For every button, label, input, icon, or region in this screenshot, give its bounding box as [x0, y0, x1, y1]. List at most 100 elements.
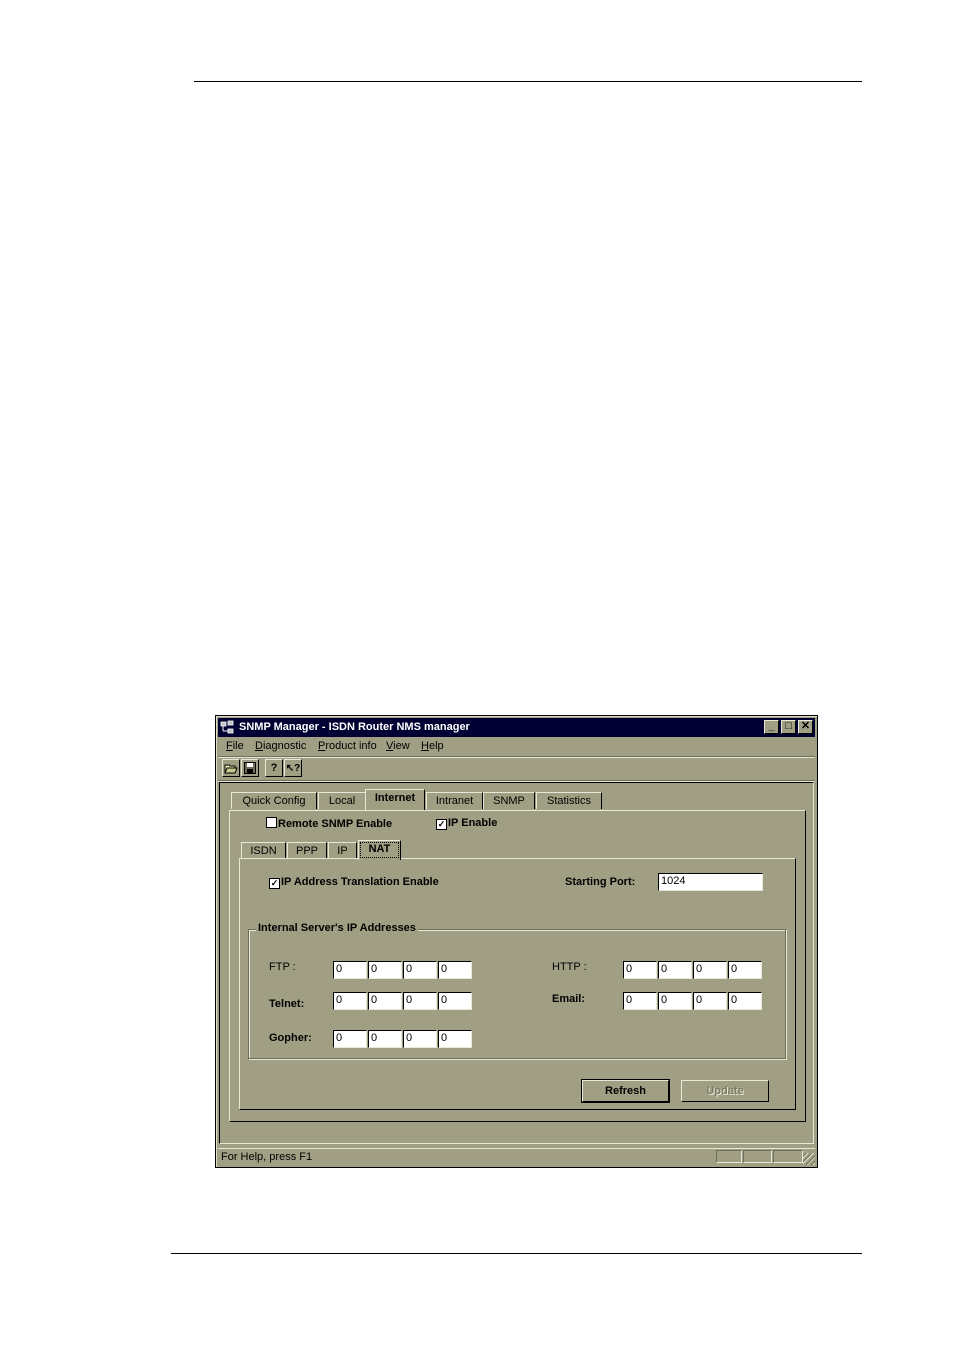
telnet-label: Telnet:: [269, 998, 305, 1010]
tab-intranet-label: Intranet: [435, 795, 474, 807]
save-disk-icon: [244, 762, 256, 774]
minimize-icon: _: [768, 720, 775, 732]
resize-grip-icon[interactable]: [803, 1153, 815, 1165]
http-ip-octet-2[interactable]: 0: [658, 961, 692, 979]
header-rule: [194, 81, 862, 82]
ip-translation-label: IP Address Translation Enable: [281, 876, 439, 888]
status-pane-2: [743, 1150, 772, 1163]
tab-internet-label: Internet: [374, 792, 416, 804]
starting-port-input[interactable]: 1024: [658, 873, 763, 891]
menu-diagnostic[interactable]: Diagnostic: [255, 740, 306, 752]
email-ip-octet-2[interactable]: 0: [658, 992, 692, 1010]
refresh-button[interactable]: Refresh: [581, 1079, 670, 1103]
telnet-ip-octet-4[interactable]: 0: [438, 992, 472, 1010]
ip-translation-enable-checkbox[interactable]: ✓ IP Address Translation Enable: [269, 876, 439, 889]
remote-snmp-checkbox-box: [266, 817, 277, 828]
tab-isdn-label: ISDN: [250, 845, 277, 857]
about-button[interactable]: ?: [265, 759, 283, 777]
refresh-button-label: Refresh: [605, 1085, 646, 1097]
menu-help-label: elp: [428, 740, 444, 752]
telnet-ip-octet-3[interactable]: 0: [403, 992, 437, 1010]
ip-enable-label: IP Enable: [448, 817, 498, 829]
tab-statistics[interactable]: Statistics: [536, 792, 602, 809]
tab-quick-config[interactable]: Quick Config: [231, 792, 317, 809]
context-help-button[interactable]: ↖?: [284, 759, 302, 777]
tab-ppp[interactable]: PPP: [287, 842, 327, 859]
menu-file-mnemonic: F: [226, 740, 233, 752]
checkmark-icon: ✓: [269, 878, 280, 889]
ftp-ip-octet-4[interactable]: 0: [438, 961, 472, 979]
menu-view[interactable]: View: [386, 740, 410, 752]
gopher-ip-octet-4[interactable]: 0: [438, 1030, 472, 1048]
status-pane-3: [773, 1150, 803, 1163]
update-button-label: Update: [706, 1085, 744, 1097]
network-app-icon: [220, 720, 234, 734]
remote-snmp-enable-checkbox[interactable]: Remote SNMP Enable: [266, 817, 392, 830]
gopher-ip-octet-1[interactable]: 0: [333, 1030, 367, 1048]
email-ip-octet-1[interactable]: 0: [623, 992, 657, 1010]
gopher-ip-octet-2[interactable]: 0: [368, 1030, 402, 1048]
tab-snmp[interactable]: SNMP: [483, 792, 535, 809]
email-label: Email:: [552, 993, 586, 1005]
tab-intranet[interactable]: Intranet: [426, 792, 483, 809]
starting-port-label: Starting Port:: [565, 876, 636, 888]
http-ip-octet-4[interactable]: 0: [728, 961, 762, 979]
title-bar[interactable]: SNMP Manager - ISDN Router NMS manager _…: [218, 718, 815, 737]
save-button[interactable]: [241, 759, 259, 777]
menu-help-mnemonic: H: [421, 740, 429, 752]
ftp-ip-octet-3[interactable]: 0: [403, 961, 437, 979]
tab-isdn[interactable]: ISDN: [241, 842, 286, 859]
ftp-label: FTP :: [269, 961, 296, 973]
telnet-ip-octet-1[interactable]: 0: [333, 992, 367, 1010]
gopher-label: Gopher:: [269, 1032, 312, 1044]
window-title: SNMP Manager - ISDN Router NMS manager: [239, 721, 470, 733]
menu-file-label: ile: [232, 740, 244, 752]
close-button[interactable]: ✕: [798, 720, 813, 734]
maximize-button[interactable]: □: [781, 720, 796, 734]
tab-ip[interactable]: IP: [328, 842, 357, 859]
tab-ppp-label: PPP: [295, 845, 318, 857]
tab-ip-label: IP: [337, 845, 348, 857]
menu-file[interactable]: File: [226, 740, 244, 752]
tab-nat[interactable]: NAT: [358, 840, 401, 860]
tab-local-label: Local: [328, 795, 356, 807]
gopher-ip-octet-3[interactable]: 0: [403, 1030, 437, 1048]
http-ip-octet-1[interactable]: 0: [623, 961, 657, 979]
http-label: HTTP :: [552, 961, 587, 973]
tab-nat-label: NAT: [368, 843, 391, 855]
internal-servers-group-title: Internal Server's IP Addresses: [256, 922, 418, 934]
menu-product-info-label: roduct info: [325, 740, 377, 752]
tab-quick-config-label: Quick Config: [242, 795, 306, 807]
email-ip-octet-4[interactable]: 0: [728, 992, 762, 1010]
footer-rule: [171, 1253, 862, 1254]
menu-diagnostic-label: iagnostic: [262, 740, 307, 752]
ip-enable-checkbox[interactable]: ✓ IP Enable: [436, 817, 497, 830]
open-folder-icon: [224, 764, 238, 774]
menu-diagnostic-mnemonic: D: [255, 740, 263, 752]
menu-help[interactable]: Help: [421, 740, 444, 752]
tab-snmp-label: SNMP: [493, 795, 525, 807]
status-bar: For Help, press F1: [218, 1148, 815, 1165]
status-pane-1: [716, 1150, 742, 1163]
telnet-ip-octet-2[interactable]: 0: [368, 992, 402, 1010]
email-ip-octet-3[interactable]: 0: [693, 992, 727, 1010]
http-ip-octet-3[interactable]: 0: [693, 961, 727, 979]
remote-snmp-label: Remote SNMP Enable: [278, 818, 393, 830]
menu-separator: [218, 756, 815, 758]
update-button[interactable]: Update: [681, 1080, 769, 1102]
tab-local[interactable]: Local: [318, 792, 366, 809]
about-help-icon: ?: [270, 762, 278, 774]
menu-product-info[interactable]: Product info: [318, 740, 377, 752]
menu-view-label: iew: [393, 740, 410, 752]
ftp-ip-octet-1[interactable]: 0: [333, 961, 367, 979]
open-button[interactable]: [222, 759, 240, 777]
status-message: For Help, press F1: [221, 1151, 313, 1163]
close-icon: ✕: [800, 720, 811, 732]
ftp-ip-octet-2[interactable]: 0: [368, 961, 402, 979]
checkmark-icon: ✓: [436, 819, 447, 830]
minimize-button[interactable]: _: [764, 720, 779, 734]
snmp-manager-window: SNMP Manager - ISDN Router NMS manager _…: [215, 715, 818, 1168]
tab-internet[interactable]: Internet: [365, 789, 425, 810]
context-help-icon: ↖?: [285, 763, 301, 774]
maximize-icon: □: [785, 720, 792, 732]
